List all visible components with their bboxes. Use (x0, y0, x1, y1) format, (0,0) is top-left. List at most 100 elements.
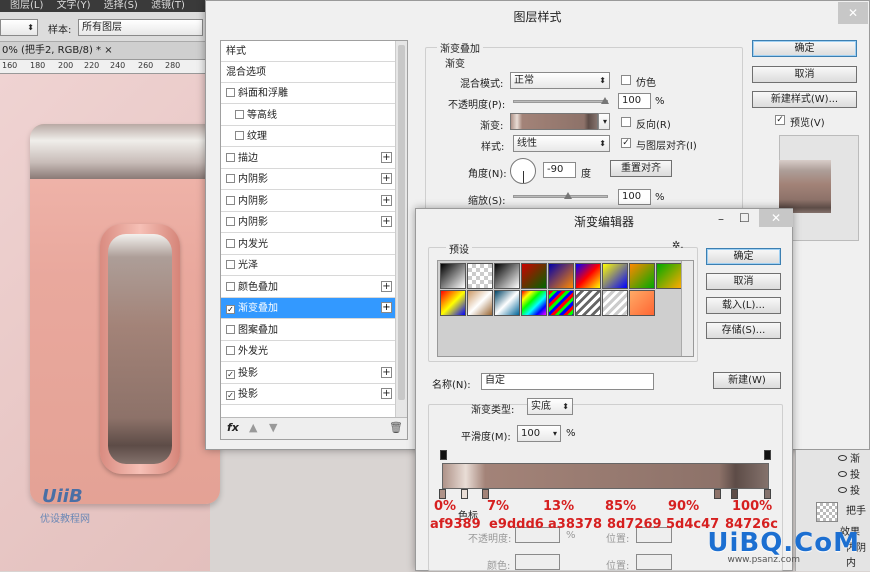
eye-icon[interactable] (838, 471, 847, 477)
style-item-checkbox[interactable] (226, 260, 235, 269)
preset-swatch[interactable] (602, 290, 628, 316)
document-canvas[interactable]: UiiB 优设教程网 (0, 74, 220, 571)
menu-layer[interactable]: 图层(L) (10, 0, 43, 11)
plus-icon[interactable]: + (381, 173, 392, 184)
plus-icon[interactable]: + (381, 302, 392, 313)
preset-swatch[interactable] (467, 263, 493, 289)
preset-swatch[interactable] (494, 290, 520, 316)
preview-checkbox[interactable]: ✓ (775, 115, 785, 125)
layer-row[interactable]: 投 (838, 484, 870, 500)
new-style-button[interactable]: 新建样式(W)... (752, 91, 857, 108)
close-icon[interactable]: ✕ (759, 209, 793, 227)
presets-scrollbar[interactable] (681, 261, 693, 356)
preset-swatch[interactable] (629, 290, 655, 316)
plus-icon[interactable]: + (381, 388, 392, 399)
preset-swatch[interactable] (521, 290, 547, 316)
plus-icon[interactable]: + (381, 216, 392, 227)
style-item[interactable]: 内阴影 + (221, 169, 395, 190)
save-button[interactable]: 存储(S)... (706, 322, 781, 339)
reset-align-button[interactable]: 重置对齐 (610, 160, 672, 177)
close-icon[interactable]: ✕ (838, 2, 868, 24)
sample-select[interactable]: 所有图层 (78, 19, 203, 36)
align-layer-checkbox[interactable]: ✓ (621, 138, 631, 148)
style-item-checkbox[interactable] (226, 88, 235, 97)
dither-checkbox[interactable] (621, 75, 631, 85)
style-item-checkbox[interactable] (226, 238, 235, 248)
style-item[interactable]: 等高线 (221, 105, 395, 126)
trash-icon[interactable]: 🗑 (389, 421, 403, 434)
plus-icon[interactable]: + (381, 194, 392, 206)
preset-swatch[interactable] (602, 263, 628, 289)
editor-ok-button[interactable]: 确定 (706, 248, 781, 265)
style-item-checkbox[interactable] (226, 217, 235, 226)
style-item[interactable]: 内阴影 + (221, 212, 395, 233)
opacity-stop-left[interactable] (440, 450, 447, 460)
preset-swatch[interactable] (494, 263, 520, 289)
layer-row[interactable]: 投 (838, 468, 870, 484)
editor-cancel-button[interactable]: 取消 (706, 273, 781, 290)
styles-header[interactable]: 样式 (221, 41, 395, 62)
preset-swatch[interactable] (575, 290, 601, 316)
angle-dial[interactable] (510, 158, 536, 184)
cancel-button[interactable]: 取消 (752, 66, 857, 83)
style-item-checkbox[interactable]: ✓ (226, 369, 235, 379)
gradient-swatch[interactable] (510, 113, 598, 130)
gradient-style-select[interactable]: 线性 ⬍ (513, 135, 610, 152)
menu-filter[interactable]: 滤镜(T) (151, 0, 185, 11)
layer-thumbnail[interactable] (816, 502, 838, 522)
minimize-icon[interactable]: – (718, 212, 724, 226)
gradient-type-select[interactable]: 实底 ⬍ (527, 398, 573, 415)
style-item[interactable]: ✓ 投影 + (221, 384, 395, 405)
color-stop[interactable] (731, 489, 738, 499)
style-item-checkbox[interactable] (226, 152, 235, 162)
blend-options-item[interactable]: 混合选项 (221, 62, 395, 83)
name-input[interactable]: 自定 (481, 373, 654, 390)
preset-swatch[interactable] (548, 263, 574, 289)
style-item[interactable]: 内发光 (221, 234, 395, 255)
style-item-checkbox[interactable] (226, 281, 235, 291)
layer-row[interactable]: 渐 (838, 452, 870, 468)
fx-icon[interactable]: fx (227, 421, 239, 434)
menu-type[interactable]: 文字(Y) (57, 0, 91, 11)
smoothness-select[interactable]: 100 ▾ (517, 425, 561, 442)
preset-swatch[interactable] (629, 263, 655, 289)
style-item[interactable]: ✓ 投影 + (221, 363, 395, 384)
color-stop[interactable] (439, 489, 446, 499)
color-stop[interactable] (482, 489, 489, 499)
gradient-dropdown[interactable]: ▾ (598, 113, 610, 130)
plus-icon[interactable]: + (381, 366, 392, 378)
style-item[interactable]: 颜色叠加 + (221, 277, 395, 298)
opacity-input[interactable]: 100 (618, 93, 651, 109)
close-icon[interactable]: × (104, 45, 112, 56)
opacity-slider-knob[interactable] (601, 97, 609, 104)
preset-swatch[interactable] (575, 263, 601, 289)
style-item[interactable]: 内阴影 + (221, 191, 395, 212)
reverse-checkbox[interactable] (621, 117, 631, 127)
scale-slider-knob[interactable] (564, 192, 572, 199)
color-stop[interactable] (764, 489, 771, 499)
color-stop[interactable] (714, 489, 721, 499)
preset-swatch[interactable] (440, 290, 466, 316)
scale-input[interactable]: 100 (618, 189, 651, 205)
ok-button[interactable]: 确定 (752, 40, 857, 57)
menu-select[interactable]: 选择(S) (104, 0, 138, 11)
plus-icon[interactable]: + (381, 280, 392, 292)
style-item-checkbox[interactable] (226, 174, 235, 183)
style-item-checkbox[interactable]: ✓ (226, 391, 235, 400)
presets-grid[interactable] (437, 260, 694, 357)
style-item[interactable]: 图案叠加 (221, 320, 395, 341)
style-item-checkbox[interactable] (235, 109, 244, 119)
style-item[interactable]: 描边 + (221, 148, 395, 169)
color-field[interactable] (515, 554, 560, 570)
gear-icon[interactable]: ✲. (672, 240, 684, 251)
scale-slider[interactable] (513, 195, 608, 198)
style-item[interactable]: 纹理 (221, 126, 395, 147)
style-item[interactable]: 光泽 (221, 255, 395, 276)
preset-swatch[interactable] (656, 263, 682, 289)
preset-swatch[interactable] (440, 263, 466, 289)
new-gradient-button[interactable]: 新建(W) (713, 372, 781, 389)
blend-mode-select[interactable]: 正常 ⬍ (510, 72, 610, 89)
document-tab[interactable]: 0% (把手2, RGB/8) * × (0, 42, 210, 60)
tool-preset-select[interactable]: ⬍ (0, 19, 38, 36)
color-stop[interactable] (461, 489, 468, 499)
